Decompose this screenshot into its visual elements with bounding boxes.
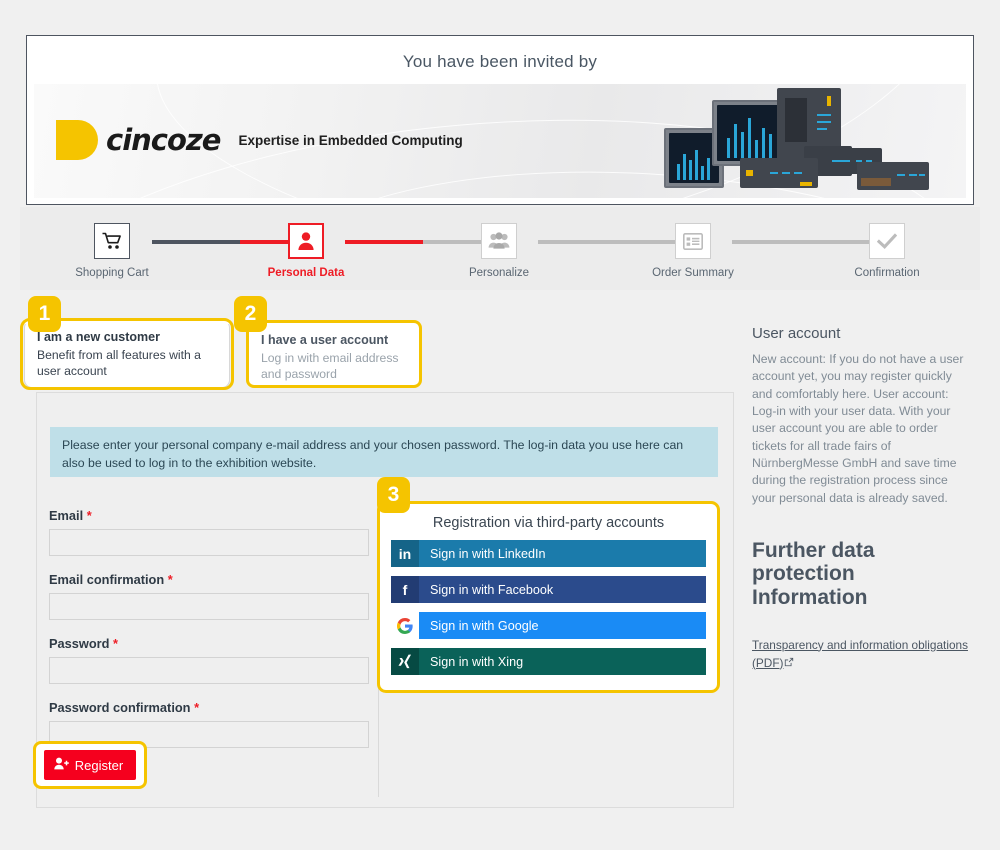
page-root: You have been invited by cincoze Experti… (0, 0, 1000, 850)
required-marker: * (194, 700, 200, 715)
google-signin-label: Sign in with Google (430, 618, 539, 633)
email-label: Email * (49, 508, 92, 523)
stepper-item-shopping-cart[interactable]: Shopping Cart (37, 223, 187, 279)
register-button-highlight: Register (33, 741, 147, 789)
facebook-signin-button[interactable]: f Sign in with Facebook (391, 576, 706, 603)
xing-signin-button[interactable]: Sign in with Xing (391, 648, 706, 675)
tab-existing-account[interactable]: I have a user account Log in with email … (246, 320, 422, 388)
info-notice: Please enter your personal company e-mai… (50, 427, 718, 477)
external-link-icon (784, 655, 794, 672)
tab-subtitle: Log in with email address and password (261, 350, 399, 382)
linkedin-signin-label: Sign in with LinkedIn (430, 546, 546, 561)
register-button[interactable]: Register (43, 750, 137, 780)
product-box-wide-left (740, 158, 818, 188)
cincoze-logo: cincoze Expertise in Embedded Computing (56, 120, 463, 160)
stepper-connector (538, 240, 693, 244)
third-party-title: Registration via third-party accounts (432, 515, 665, 531)
tab-subtitle: Benefit from all features with a user ac… (37, 347, 201, 379)
third-party-panel: Registration via third-party accounts in… (377, 501, 720, 693)
sidebar-heading-2: Further data protection Information (752, 538, 875, 609)
product-box-right (857, 162, 929, 190)
linkedin-signin-button[interactable]: in Sign in with LinkedIn (391, 540, 706, 567)
required-marker: * (113, 636, 119, 651)
linkedin-icon: in (391, 540, 419, 567)
product-photo (664, 88, 954, 196)
password-input[interactable] (49, 657, 369, 684)
stepper-label: Confirmation (854, 267, 920, 279)
stepper-item-personal-data[interactable]: Personal Data (231, 223, 381, 279)
stepper-label: Order Summary (652, 267, 734, 279)
stepper-connector (345, 240, 423, 244)
email-confirmation-label: Email confirmation * (49, 572, 173, 587)
list-document-icon (675, 223, 711, 259)
facebook-signin-label: Sign in with Facebook (430, 582, 554, 597)
registration-form: Email * Email confirmation * Password * … (49, 508, 374, 764)
help-sidebar: User account New account: If you do not … (752, 325, 974, 672)
user-add-icon (54, 757, 69, 773)
logo-mark-icon (56, 120, 98, 160)
shopping-cart-icon (94, 223, 130, 259)
logo-tagline: Expertise in Embedded Computing (238, 132, 463, 148)
email-input[interactable] (49, 529, 369, 556)
stepper-label: Personal Data (267, 267, 345, 279)
stepper-connector (152, 240, 240, 244)
google-signin-button[interactable]: Sign in with Google (391, 612, 706, 639)
sidebar-paragraph: New account: If you do not have a user a… (752, 352, 964, 505)
logo-wordmark: cincoze (106, 123, 221, 157)
stepper-connector (732, 240, 887, 244)
required-marker: * (167, 572, 173, 587)
stepper-item-order-summary[interactable]: Order Summary (618, 223, 768, 279)
register-button-label: Register (74, 757, 124, 773)
step-badge-3: 3 (377, 477, 410, 513)
stepper-item-personalize[interactable]: Personalize (424, 223, 574, 279)
invited-by-box: You have been invited by cincoze Experti… (26, 35, 974, 205)
check-icon (869, 223, 905, 259)
xing-icon (391, 648, 419, 675)
invited-by-title: You have been invited by (402, 52, 598, 71)
step-badge-2: 2 (234, 296, 267, 332)
stepper-label: Personalize (468, 267, 530, 279)
stepper-item-confirmation[interactable]: Confirmation (812, 223, 962, 279)
step-badge-1: 1 (28, 296, 61, 332)
password-confirmation-label: Password confirmation * (49, 700, 200, 715)
google-icon (391, 612, 419, 639)
person-icon (288, 223, 324, 259)
required-marker: * (86, 508, 92, 523)
privacy-pdf-link[interactable]: Transparency and information obligations… (752, 638, 968, 670)
tab-title: I am a new customer (37, 330, 160, 344)
people-group-icon (481, 223, 517, 259)
xing-signin-label: Sign in with Xing (430, 654, 524, 669)
password-label: Password * (49, 636, 119, 651)
exhibitor-banner: cincoze Expertise in Embedded Computing (34, 84, 966, 198)
stepper-label: Shopping Cart (75, 267, 149, 279)
tab-title: I have a user account (261, 333, 389, 347)
checkout-stepper: Shopping Cart Personal Data Personalize … (20, 207, 980, 290)
facebook-icon: f (391, 576, 419, 603)
sidebar-heading: User account (752, 325, 841, 342)
email-confirmation-input[interactable] (49, 593, 369, 620)
